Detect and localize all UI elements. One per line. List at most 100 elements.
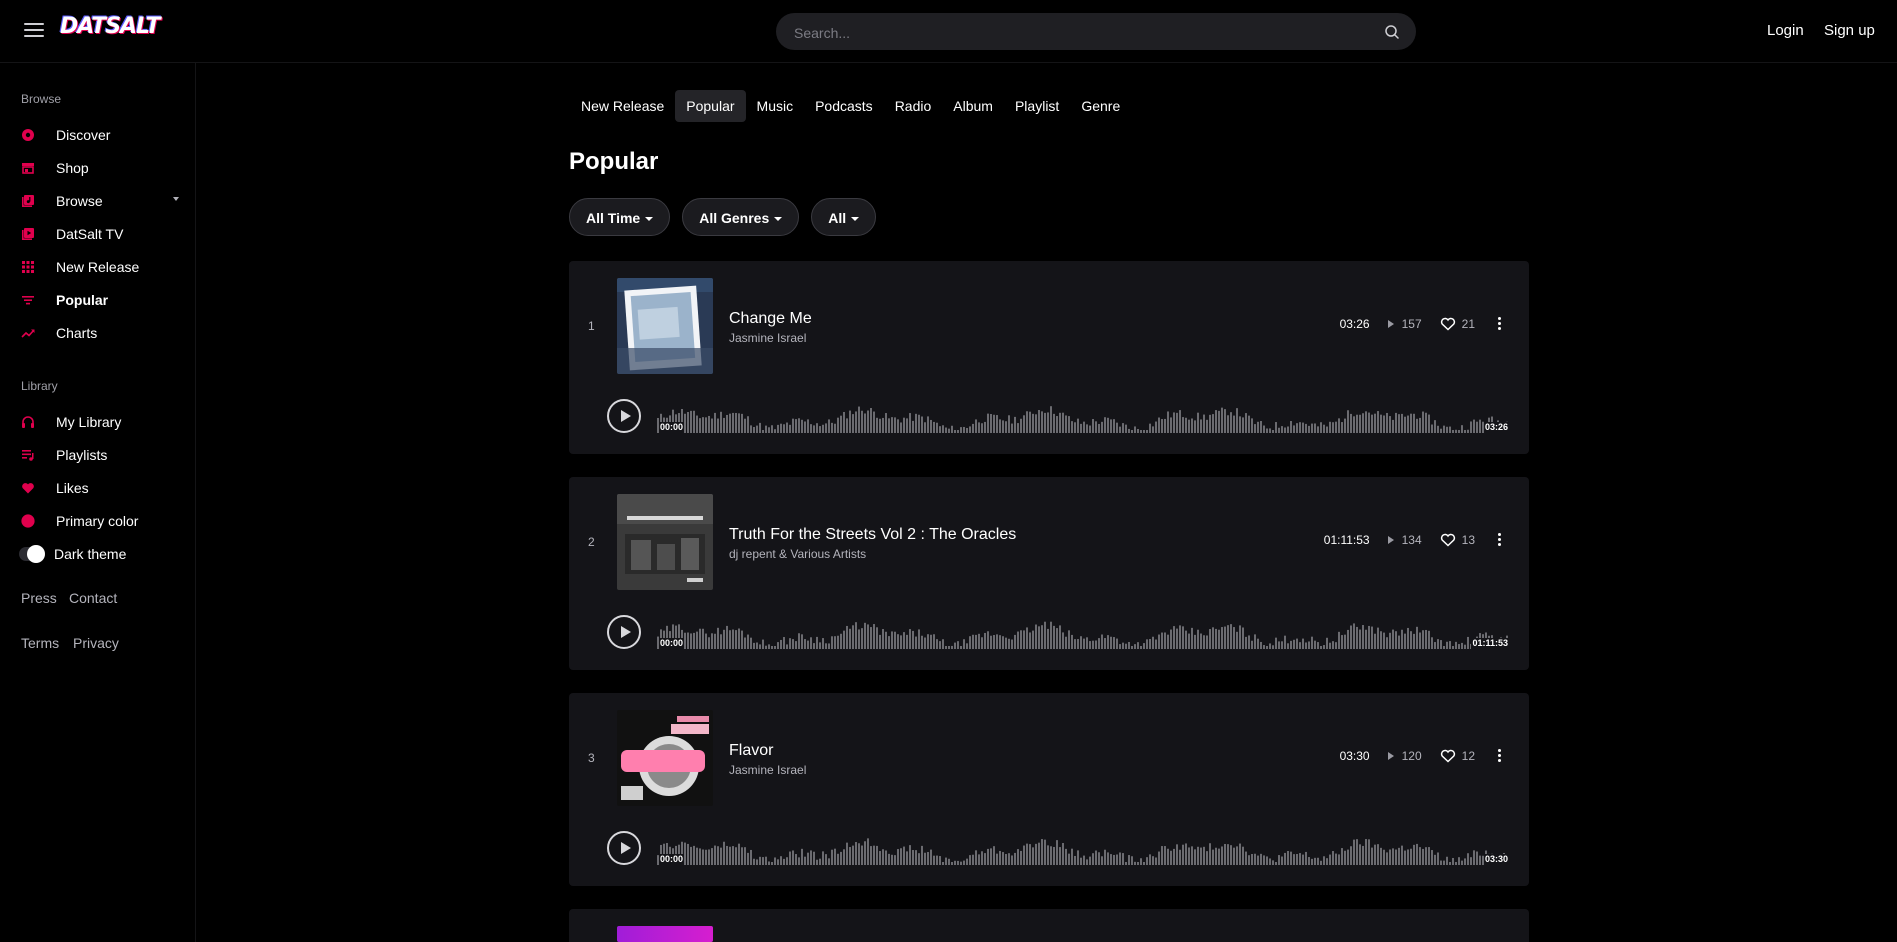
filter-label: All	[828, 210, 847, 226]
waveform-bar	[1431, 637, 1433, 649]
time-filter-dropdown[interactable]: All Time	[569, 198, 671, 236]
waveform-bar	[837, 417, 839, 433]
tab-music[interactable]: Music	[746, 90, 805, 122]
sidebar-item-popular[interactable]: Popular	[21, 288, 181, 312]
search-bar[interactable]	[776, 13, 1416, 52]
sidebar-item-datsalt-tv[interactable]: DatSalt TV	[21, 222, 181, 246]
waveform-bar	[861, 410, 863, 433]
waveform-bar	[1185, 843, 1187, 865]
terms-link[interactable]: Terms	[21, 635, 59, 651]
track-title[interactable]: Flavor	[729, 742, 773, 760]
sidebar-item-shop[interactable]: Shop	[21, 156, 181, 180]
waveform-bar	[939, 641, 941, 649]
sidebar-item-likes[interactable]: Likes	[21, 476, 181, 500]
waveform-bar	[774, 646, 776, 649]
track-artist[interactable]: Jasmine Israel	[729, 763, 806, 777]
waveform-bar	[1317, 426, 1319, 433]
sidebar-item-playlists[interactable]: Playlists	[21, 443, 181, 467]
sidebar-item-discover[interactable]: Discover	[21, 123, 181, 147]
waveform-bar	[897, 849, 899, 865]
dark-theme-toggle[interactable]	[19, 545, 45, 563]
waveform-bar	[987, 848, 989, 865]
signup-link[interactable]: Sign up	[1824, 22, 1875, 39]
tab-genre[interactable]: Genre	[1070, 90, 1131, 122]
waveform-bar	[1260, 420, 1262, 433]
play-button[interactable]	[607, 615, 641, 649]
privacy-link[interactable]: Privacy	[73, 635, 119, 651]
playlist-icon	[21, 448, 35, 462]
waveform-bar	[723, 841, 725, 865]
waveform-bar	[1281, 426, 1283, 433]
heart-outline-icon[interactable]	[1440, 533, 1456, 547]
album-art[interactable]	[617, 278, 713, 374]
type-filter-dropdown[interactable]: All	[811, 198, 877, 236]
more-options-icon[interactable]	[1497, 316, 1501, 331]
genre-filter-dropdown[interactable]: All Genres	[682, 198, 800, 236]
sidebar-item-label: Charts	[56, 325, 98, 341]
waveform-bar	[819, 642, 821, 649]
tab-podcasts[interactable]: Podcasts	[804, 90, 884, 122]
more-options-icon[interactable]	[1497, 532, 1501, 547]
search-icon[interactable]	[1384, 24, 1400, 40]
waveform-bar	[750, 849, 752, 865]
waveform-bar	[1197, 412, 1199, 433]
waveform[interactable]	[657, 403, 1509, 433]
sidebar-item-new-release[interactable]: New Release	[21, 255, 181, 279]
waveform-bar	[1020, 418, 1022, 433]
waveform-bar	[1161, 846, 1163, 865]
play-button[interactable]	[607, 831, 641, 865]
waveform-bar	[885, 850, 887, 865]
sidebar-item-my-library[interactable]: My Library	[21, 410, 181, 434]
waveform-bar	[1050, 406, 1052, 433]
waveform-bar	[1209, 414, 1211, 433]
waveform-bar	[939, 856, 941, 865]
store-icon	[21, 161, 35, 175]
waveform-bar	[753, 426, 755, 433]
tab-popular[interactable]: Popular	[675, 90, 746, 122]
sidebar-item-dark-theme[interactable]: Dark theme	[19, 542, 181, 566]
tab-radio[interactable]: Radio	[884, 90, 943, 122]
track-artist[interactable]: Jasmine Israel	[729, 331, 806, 345]
sidebar-item-charts[interactable]: Charts	[21, 321, 181, 345]
album-art[interactable]	[617, 494, 713, 590]
waveform[interactable]	[657, 835, 1509, 865]
search-input[interactable]	[792, 13, 1356, 52]
play-button[interactable]	[607, 399, 641, 433]
waveform-bar	[915, 636, 917, 649]
album-art[interactable]	[617, 710, 713, 806]
tab-playlist[interactable]: Playlist	[1004, 90, 1070, 122]
tab-album[interactable]: Album	[942, 90, 1004, 122]
track-title[interactable]: Change Me	[729, 310, 812, 328]
track-artist[interactable]: dj repent & Various Artists	[729, 547, 866, 561]
waveform-bar	[1386, 412, 1388, 433]
track-title[interactable]: Truth For the Streets Vol 2 : The Oracle…	[729, 526, 1016, 544]
waveform-bar	[780, 639, 782, 649]
heart-outline-icon[interactable]	[1440, 749, 1456, 763]
press-link[interactable]: Press	[21, 590, 57, 606]
waveform-bar	[924, 852, 926, 865]
waveform[interactable]	[657, 619, 1509, 649]
waveform-bar	[1116, 638, 1118, 649]
tab-new-release[interactable]: New Release	[570, 90, 675, 122]
chevron-down-icon[interactable]	[173, 197, 179, 201]
contact-link[interactable]: Contact	[69, 590, 117, 606]
color-dot-icon[interactable]	[21, 514, 35, 528]
waveform-bar	[729, 630, 731, 649]
heart-outline-icon[interactable]	[1440, 317, 1456, 331]
sidebar-item-primary-color[interactable]: Primary color	[21, 509, 181, 533]
filter-bar: All Time All Genres All	[569, 198, 888, 236]
more-options-icon[interactable]	[1497, 748, 1501, 763]
waveform-bar	[1470, 857, 1472, 865]
waveform-bar	[843, 630, 845, 649]
waveform-bar	[1026, 411, 1028, 433]
waveform-bar	[801, 848, 803, 865]
sidebar-item-browse[interactable]: Browse	[21, 189, 181, 213]
waveform-bar	[789, 638, 791, 649]
logo[interactable]: DATSALT	[60, 14, 160, 39]
waveform-bar	[1308, 857, 1310, 865]
waveform-bar	[873, 624, 875, 649]
album-art[interactable]	[617, 926, 713, 942]
menu-icon[interactable]	[24, 23, 44, 39]
login-link[interactable]: Login	[1767, 22, 1804, 39]
waveform-bar	[1407, 849, 1409, 865]
